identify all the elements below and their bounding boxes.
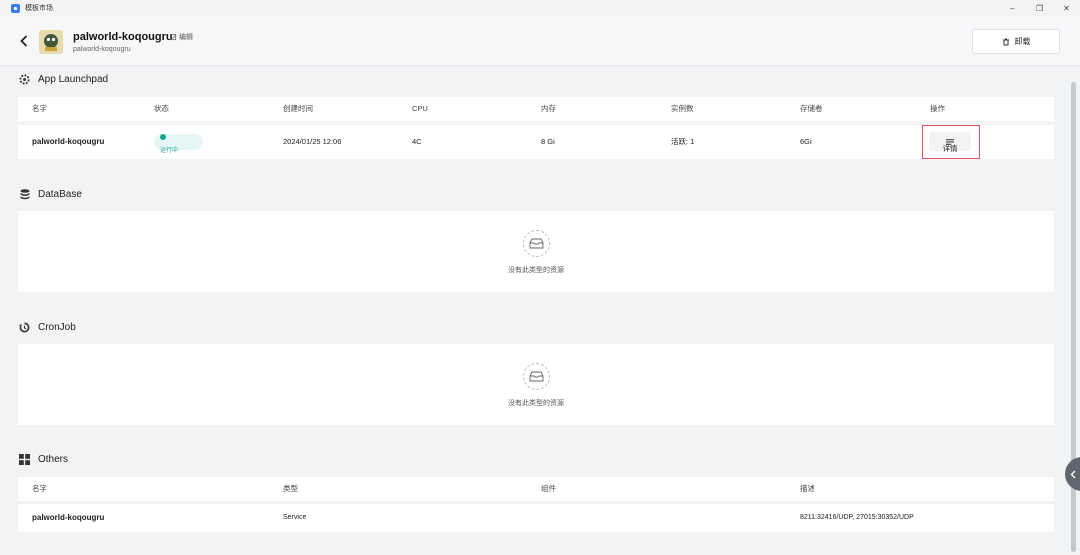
empty-state: 没有此类型的资源 [18,363,1054,408]
column-header: 操作 [930,104,945,113]
empty-state: 没有此类型的资源 [18,230,1054,275]
side-panel-toggle[interactable] [1065,457,1080,491]
close-window-button[interactable]: ✕ [1053,0,1080,16]
chevron-left-icon [20,35,28,47]
app-subtitle: palworld-koqougru [73,46,131,53]
app-store-icon [11,3,20,13]
column-header: 状态 [154,104,169,113]
column-header: 名字 [32,484,47,493]
others-table-header: 名字 类型 组件 描述 [18,477,1054,501]
cronjob-icon [19,322,30,333]
trash-icon [1002,38,1009,45]
memory-cell: 8 Gi [541,137,555,146]
empty-box-icon [522,230,550,257]
status-badge: 运行中 [154,134,203,154]
uninstall-label: 卸载 [1014,37,1031,46]
chevron-left-icon [1070,470,1076,478]
detail-label: 详情 [942,144,958,153]
cronjob-panel: 没有此类型的资源 [18,344,1054,425]
table-row: palworld-koqougru Service 8211:32416/UDP… [18,504,1054,532]
database-panel: 没有此类型的资源 [18,211,1054,292]
column-header: 描述 [800,484,815,493]
column-header: 实例数 [671,104,694,113]
app-logo [39,30,63,54]
section-cronjob: CronJob [19,322,76,333]
resource-name-cell: palworld-koqougru [32,513,105,522]
window-titlebar: 模板市场 – ❐ ✕ [0,0,1080,16]
section-title-database: DataBase [38,189,82,200]
created-time-cell: 2024/01/25 12:06 [283,137,342,146]
column-header: CPU [412,104,428,113]
restore-button[interactable]: ❐ [1026,0,1053,16]
edit-icon [170,33,177,40]
status-text: 运行中 [160,148,179,154]
detail-button[interactable]: 详情 [929,132,971,153]
database-icon [19,189,30,200]
minimize-button[interactable]: – [999,0,1026,16]
app-name-cell: palworld-koqougru [32,137,105,146]
app-name: palworld-koqougru [73,31,173,43]
grid-icon [19,454,30,465]
section-title-launchpad: App Launchpad [38,74,109,85]
column-header: 类型 [283,484,298,493]
replicas-cell: 活跃: 1 [671,137,695,146]
section-others: Others [19,454,68,465]
table-row: palworld-koqougru 运行中 2024/01/25 12:06 4… [18,125,1054,159]
section-title-cronjob: CronJob [38,322,76,333]
uninstall-button[interactable]: 卸载 [972,29,1060,54]
back-button[interactable] [18,33,30,49]
section-app-launchpad: App Launchpad [19,74,108,85]
empty-box-icon [522,363,550,390]
resource-type-cell: Service [283,514,307,521]
resource-description-cell: 8211:32416/UDP, 27015:30352/UDP [800,514,914,521]
column-header: 名字 [32,104,47,113]
empty-text: 没有此类型的资源 [508,267,564,274]
column-header: 内存 [541,104,556,113]
section-database: DataBase [19,189,82,200]
launchpad-table-header: 名字 状态 创建时间 CPU 内存 实例数 存储卷 操作 [18,97,1054,121]
app-header: palworld-koqougru 编辑 palworld-koqougru 卸… [0,16,1080,66]
column-header: 组件 [541,484,556,493]
column-header: 存储卷 [800,104,823,113]
edit-label: 编辑 [179,34,193,41]
storage-cell: 6Gi [800,137,812,146]
empty-text: 没有此类型的资源 [508,400,564,407]
edit-link[interactable]: 编辑 [170,32,193,42]
column-header: 创建时间 [283,104,313,113]
section-title-others: Others [38,454,69,465]
gear-icon [19,74,30,85]
cpu-cell: 4C [412,137,422,146]
window-title: 模板市场 [25,5,53,12]
